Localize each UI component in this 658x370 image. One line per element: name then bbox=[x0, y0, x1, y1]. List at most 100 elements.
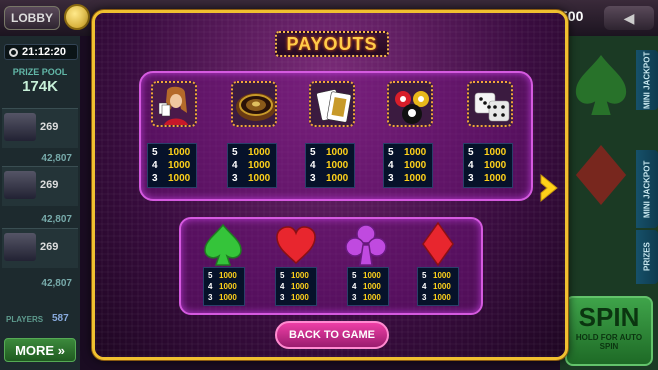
payout-amount: 1000 bbox=[248, 160, 271, 171]
payout-table: 5 1000 4 1000 3 1000 bbox=[347, 267, 389, 306]
payout-amount: 1000 bbox=[326, 160, 349, 171]
payout-amount: 1000 bbox=[484, 160, 507, 171]
match-count: 5 bbox=[208, 271, 213, 280]
timer-text: 21:12:20 bbox=[22, 46, 67, 58]
payout-table: 5 1000 4 1000 3 1000 bbox=[203, 267, 245, 306]
woman-cards-icon bbox=[151, 81, 197, 127]
match-count: 4 bbox=[280, 282, 285, 291]
match-count: 5 bbox=[468, 147, 474, 158]
player-score: 269 bbox=[40, 241, 59, 253]
match-count: 3 bbox=[310, 173, 316, 184]
payout-amount: 1000 bbox=[363, 282, 381, 291]
match-count: 5 bbox=[388, 147, 394, 158]
avatar bbox=[4, 113, 36, 141]
diamond-icon bbox=[422, 221, 454, 267]
players-label: PLAYERS bbox=[6, 315, 44, 324]
tab-prizes[interactable]: PRIZES bbox=[636, 230, 658, 284]
spade-icon bbox=[575, 55, 627, 115]
speaker-icon: ◀ bbox=[623, 9, 635, 26]
payout-table: 5 1000 4 1000 3 1000 bbox=[417, 267, 459, 306]
payout-amount: 1000 bbox=[219, 293, 237, 302]
match-count: 5 bbox=[352, 271, 357, 280]
player-score: 269 bbox=[40, 179, 59, 191]
players-count: 587 bbox=[52, 313, 69, 324]
payout-amount: 1000 bbox=[168, 173, 191, 184]
payout-table: 5 1000 4 1000 3 1000 bbox=[383, 143, 433, 188]
prize-pool-value: 174K bbox=[22, 78, 58, 95]
payouts-modal: PAYOUTS 5 1000 4 1000 3 1000 5 1000 4 10… bbox=[92, 10, 568, 360]
match-count: 4 bbox=[468, 160, 474, 171]
clock-icon bbox=[9, 47, 18, 57]
payout-amount: 1000 bbox=[433, 271, 451, 280]
spin-button[interactable]: SPIN HOLD FOR AUTO SPIN bbox=[565, 296, 653, 366]
payout-amount: 1000 bbox=[219, 282, 237, 291]
leaderboard-row[interactable]: 269 bbox=[2, 166, 78, 206]
payout-amount: 1000 bbox=[168, 160, 191, 171]
payout-amount: 1000 bbox=[363, 293, 381, 302]
payout-table: 5 1000 4 1000 3 1000 bbox=[275, 267, 317, 306]
match-count: 3 bbox=[468, 173, 474, 184]
player-total: 42,807 bbox=[41, 214, 72, 225]
lobby-button[interactable]: LOBBY bbox=[4, 6, 60, 30]
payout-amount: 1000 bbox=[326, 147, 349, 158]
leaderboard-row[interactable]: 269 bbox=[2, 108, 78, 148]
more-button[interactable]: MORE » bbox=[4, 338, 76, 362]
payout-amount: 1000 bbox=[219, 271, 237, 280]
roulette-wheel-icon bbox=[231, 81, 277, 127]
match-count: 5 bbox=[232, 147, 238, 158]
match-count: 5 bbox=[422, 271, 427, 280]
player-total: 42,807 bbox=[41, 153, 72, 164]
payout-amount: 1000 bbox=[248, 147, 271, 158]
match-count: 4 bbox=[208, 282, 213, 291]
diamond-icon bbox=[575, 145, 627, 205]
spin-sublabel: HOLD FOR AUTO SPIN bbox=[575, 333, 643, 351]
match-count: 5 bbox=[280, 271, 285, 280]
payout-amount: 1000 bbox=[291, 293, 309, 302]
payout-amount: 1000 bbox=[404, 147, 427, 158]
match-count: 3 bbox=[388, 173, 394, 184]
back-to-game-button[interactable]: BACK TO GAME bbox=[275, 321, 389, 349]
payout-amount: 1000 bbox=[248, 173, 271, 184]
payout-amount: 1000 bbox=[404, 160, 427, 171]
payout-amount: 1000 bbox=[484, 173, 507, 184]
match-count: 3 bbox=[208, 293, 213, 302]
match-count: 4 bbox=[310, 160, 316, 171]
match-count: 5 bbox=[152, 147, 158, 158]
tab-mini-jackpot[interactable]: MINI JACKPOT bbox=[636, 150, 658, 228]
payout-amount: 1000 bbox=[168, 147, 191, 158]
payout-amount: 1000 bbox=[433, 282, 451, 291]
payout-amount: 1000 bbox=[404, 173, 427, 184]
modal-title: PAYOUTS bbox=[275, 31, 389, 57]
match-count: 3 bbox=[232, 173, 238, 184]
match-count: 4 bbox=[422, 282, 427, 291]
avatar bbox=[4, 171, 36, 199]
match-count: 3 bbox=[422, 293, 427, 302]
playing-cards-icon bbox=[309, 81, 355, 127]
avatar bbox=[4, 233, 36, 261]
payout-amount: 1000 bbox=[291, 282, 309, 291]
payout-amount: 1000 bbox=[484, 147, 507, 158]
payout-table: 5 1000 4 1000 3 1000 bbox=[305, 143, 355, 188]
dice-icon bbox=[467, 81, 513, 127]
match-count: 5 bbox=[310, 147, 316, 158]
spade-icon bbox=[204, 223, 242, 266]
tournament-timer: 21:12:20 bbox=[4, 44, 78, 60]
club-icon bbox=[345, 224, 387, 266]
match-count: 3 bbox=[152, 173, 158, 184]
player-total: 42,807 bbox=[41, 278, 72, 289]
match-count: 3 bbox=[352, 293, 357, 302]
match-count: 4 bbox=[152, 160, 158, 171]
payout-amount: 1000 bbox=[433, 293, 451, 302]
player-score: 269 bbox=[40, 121, 59, 133]
payout-table: 5 1000 4 1000 3 1000 bbox=[227, 143, 277, 188]
prize-pool-label: PRIZE POOL bbox=[12, 67, 68, 77]
payout-amount: 1000 bbox=[363, 271, 381, 280]
leaderboard-row[interactable]: 269 bbox=[2, 228, 78, 268]
match-count: 4 bbox=[352, 282, 357, 291]
match-count: 4 bbox=[232, 160, 238, 171]
match-count: 4 bbox=[388, 160, 394, 171]
next-page-arrow-icon[interactable] bbox=[537, 173, 561, 203]
sound-button[interactable]: ◀ bbox=[604, 6, 654, 30]
payout-amount: 1000 bbox=[326, 173, 349, 184]
tab-mini-jackpot[interactable]: MINI JACKPOT bbox=[636, 50, 658, 110]
